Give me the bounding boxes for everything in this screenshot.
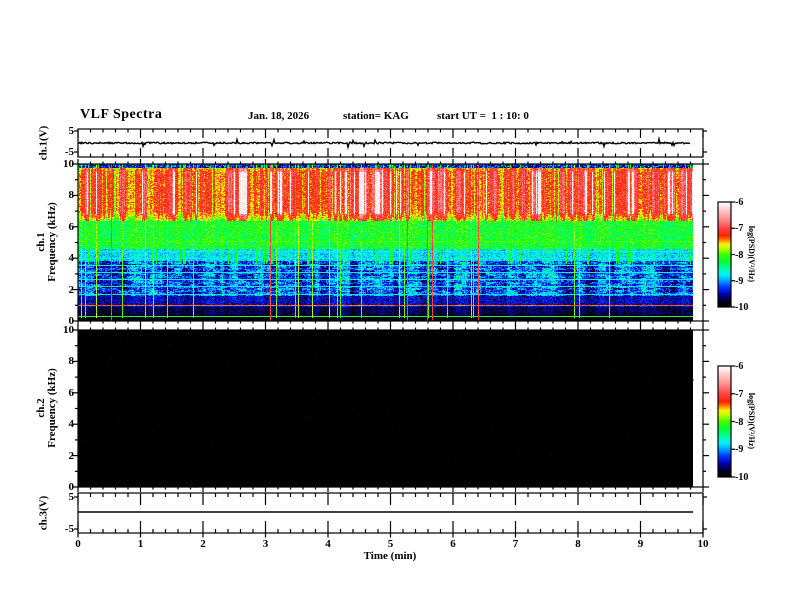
ch3-wave-ytick-label: 5 — [68, 491, 75, 503]
xaxis-tick-label: 8 — [575, 538, 581, 550]
xaxis-tick-label: 3 — [262, 538, 269, 550]
page-title: VLF Spectra — [80, 107, 163, 122]
spec1-ytick-label: 2 — [68, 283, 75, 296]
colorbar2-tick-label: -6 — [735, 361, 744, 372]
colorbar1-tick-label: -9 — [735, 275, 744, 287]
spec2-ytick-label: 4 — [68, 418, 75, 431]
xaxis-tick-label: 7 — [512, 538, 519, 550]
plot-canvas — [0, 0, 792, 612]
spec1-ytick-label: 6 — [68, 220, 75, 233]
colorbar2-tick-label: -10 — [735, 472, 749, 483]
date-label: Jan. 18, 2026 — [248, 110, 310, 122]
ch1-wave-ylabel: ch.1(V) — [37, 125, 50, 161]
colorbar2-tick-label: -8 — [735, 416, 744, 428]
ch3-wave-ytick-label: -5 — [64, 523, 74, 535]
colorbar1-tick-label: -10 — [735, 302, 749, 313]
spec1-ytick-label: 8 — [68, 189, 75, 202]
spec1-ytick-label: 10 — [63, 158, 74, 170]
spec2-ytick-label: 2 — [68, 449, 75, 462]
ch2-spec-ylabel: ch.2 Frequency (kHz) — [35, 368, 58, 448]
colorbar2-label: log(PSD)(V²/Hz) — [747, 392, 756, 450]
colorbar2-tick-label: -9 — [735, 444, 744, 456]
ch3-wave-ylabel: ch.3(V) — [37, 495, 50, 531]
xaxis-label: Time (min) — [363, 550, 417, 562]
colorbar1-tick-label: -6 — [735, 197, 744, 208]
xaxis-tick-label: 9 — [637, 538, 644, 550]
colorbar1-label: log(PSD)(V²/Hz) — [747, 225, 756, 283]
spec2-ytick-label: 10 — [63, 324, 74, 336]
xaxis-tick-label: 10 — [697, 538, 709, 550]
xaxis-tick-label: 2 — [200, 538, 206, 550]
colorbar1-tick-label: -7 — [735, 223, 744, 235]
spec2-ytick-label: 8 — [68, 355, 75, 368]
xaxis-tick-label: 4 — [325, 538, 331, 550]
xaxis-tick-label: 5 — [387, 538, 394, 550]
ch1-wave-ytick-label: 5 — [68, 125, 75, 137]
colorbar2-tick-label: -7 — [735, 388, 744, 400]
ch1-wave-ytick-label: -5 — [64, 146, 74, 158]
spec2-ytick-label: 6 — [68, 386, 75, 399]
xaxis-tick-label: 6 — [450, 538, 456, 550]
colorbar1-tick-label: -8 — [735, 249, 744, 261]
xaxis-tick-label: 1 — [137, 538, 144, 550]
xaxis-tick-label: 0 — [75, 538, 81, 550]
vlf-spectra-figure: VLF Spectra Jan. 18, 2026 station= KAG s… — [0, 0, 792, 612]
station-label: station= KAG — [343, 110, 409, 122]
start-ut-label: start UT = 1 : 10: 0 — [437, 110, 529, 122]
spec1-ytick-label: 4 — [68, 252, 75, 265]
ch1-spec-ylabel: ch.1 Frequency (kHz) — [35, 202, 58, 282]
